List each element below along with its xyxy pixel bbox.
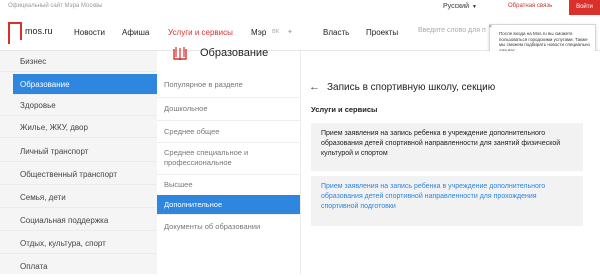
service-card-link[interactable]: Прием заявления на запись ребенка в учре… <box>321 183 545 210</box>
sidebar-item-leisure[interactable]: Отдых, культура, спорт <box>0 233 157 254</box>
language-label: Русский <box>443 3 469 10</box>
subcategory-column: Образование Популярное в разделе Дошколь… <box>157 47 300 274</box>
close-icon[interactable]: × <box>489 24 495 30</box>
twitter-icon[interactable]: ✦ <box>287 28 293 36</box>
nav-services[interactable]: Услуги и сервисы <box>168 28 233 37</box>
sidebar-item-business[interactable]: Бизнес <box>0 51 157 72</box>
service-card-text: Прием заявления на запись ребенка в учре… <box>321 130 561 157</box>
nav-government[interactable]: Власть <box>323 28 349 37</box>
subcategory-item-secondary[interactable]: Среднее общее <box>157 121 300 143</box>
language-select[interactable]: Русский ▼ <box>443 3 477 10</box>
subcategory-item-popular[interactable]: Популярное в разделе <box>157 74 300 98</box>
service-card[interactable]: Прием заявления на запись ребенка в учре… <box>311 123 583 171</box>
nav-mayor[interactable]: Мэр <box>251 28 266 37</box>
page-title: Запись в спортивную школу, секцию <box>327 82 496 93</box>
vk-icon[interactable]: вк <box>272 28 279 35</box>
mos-logo-icon[interactable] <box>8 22 22 44</box>
sidebar-item-personal-transport[interactable]: Личный транспорт <box>0 141 157 162</box>
login-button[interactable]: Войти <box>569 0 600 15</box>
official-site-note: Официальный сайт Мэра Москвы <box>8 3 103 9</box>
sidebar-item-education[interactable]: Образование <box>13 74 157 95</box>
search-input[interactable]: Введите слово для поиска <box>410 23 486 41</box>
tooltip-text: После входа на Mos.ru вы сможете пользов… <box>499 31 590 53</box>
top-bar: Официальный сайт Мэра Москвы Русский ▼ Об… <box>0 0 600 15</box>
subcategory-title: Образование <box>200 47 269 59</box>
nav-news[interactable]: Новости <box>74 28 105 37</box>
book-icon <box>173 47 187 60</box>
content-panel: ← Запись в спортивную школу, секцию Услу… <box>300 51 600 274</box>
chevron-down-icon: ▼ <box>471 4 477 10</box>
subcategory-header: Образование <box>157 47 300 73</box>
sidebar-item-family[interactable]: Семья, дети <box>0 187 157 208</box>
subcategory-item-vocational[interactable]: Среднее специальное и профессиональное <box>157 143 300 175</box>
sidebar-item-public-transport[interactable]: Общественный транспорт <box>0 164 157 185</box>
nav-projects[interactable]: Проекты <box>366 28 398 37</box>
subcategory-item-preschool[interactable]: Дошкольное <box>157 98 300 121</box>
section-label: Услуги и сервисы <box>311 105 378 114</box>
nav-afisha[interactable]: Афиша <box>122 28 149 37</box>
logo-text[interactable]: mos.ru <box>25 26 53 36</box>
subcategory-item-additional[interactable]: Дополнительное <box>157 195 300 215</box>
sidebar-item-housing[interactable]: Жилье, ЖКУ, двор <box>0 117 157 138</box>
service-card[interactable]: Прием заявления на запись ребенка в учре… <box>311 176 583 226</box>
sidebar-item-health[interactable]: Здоровье <box>0 95 157 116</box>
subcategory-item-higher[interactable]: Высшее <box>157 175 300 197</box>
sidebar-item-social-support[interactable]: Социальная поддержка <box>0 210 157 231</box>
back-arrow-icon[interactable]: ← <box>309 81 320 93</box>
feedback-link[interactable]: Обратная связь <box>508 3 552 9</box>
subcategory-item-documents[interactable]: Документы об образовании <box>157 217 300 239</box>
category-sidebar: Бизнес Образование Здоровье Жилье, ЖКУ, … <box>0 51 157 274</box>
